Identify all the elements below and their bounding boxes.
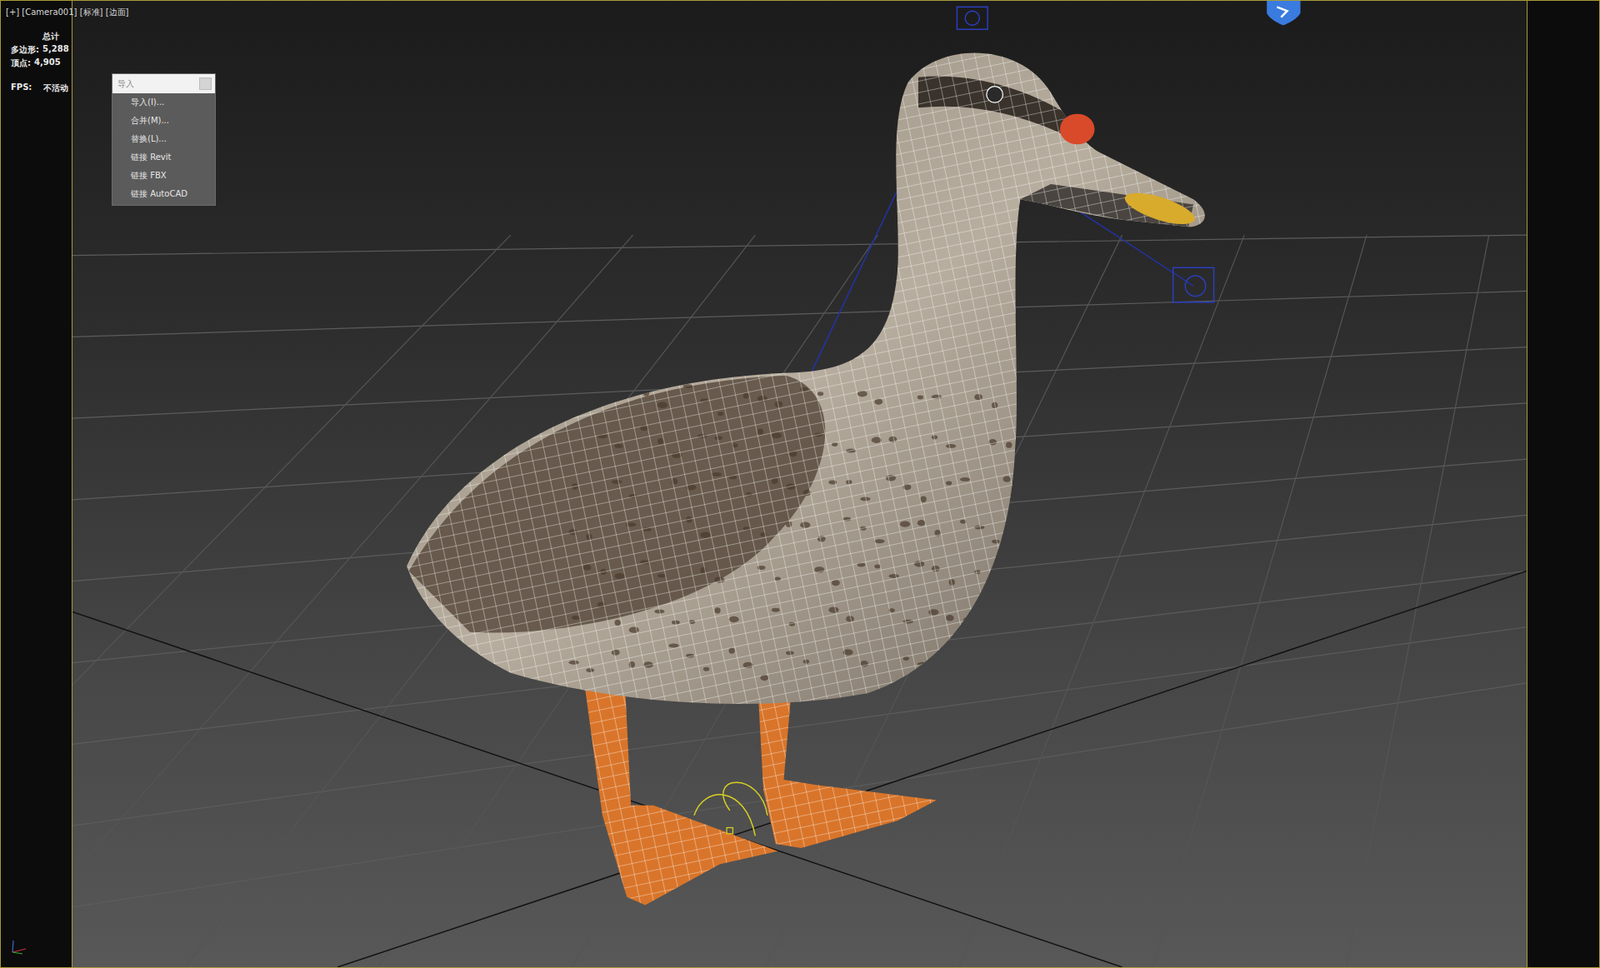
stats-row: 多边形:5,288 — [10, 44, 69, 56]
stats-panel: 总计多边形:5,288顶点:4,905 FPS:不活动 — [0, 30, 72, 95]
import-menu: 导入导入(I)...合并(M)...替换(L)...链接 Revit链接 FBX… — [111, 73, 216, 206]
right-strip — [1526, 0, 1600, 968]
menu-header-box[interactable] — [199, 77, 212, 90]
stats-title: 总计 — [10, 30, 69, 43]
menu-item[interactable]: 合并(M)... — [112, 111, 215, 130]
axis-icon — [7, 935, 33, 956]
menu-item[interactable]: 链接 AutoCAD — [112, 185, 215, 204]
stats-strip: 总计多边形:5,288顶点:4,905 FPS:不活动 — [0, 0, 72, 968]
menu-item[interactable]: 链接 FBX — [112, 166, 215, 185]
menu-item[interactable]: 链接 Revit — [112, 148, 215, 167]
duck-scene[interactable] — [72, 0, 1527, 968]
menu-item[interactable]: 替换(L)... — [112, 130, 215, 149]
viewport-label[interactable]: [+] [Camera001] [标准] [边面] — [5, 6, 129, 19]
camera-viewport[interactable]: 导入导入(I)...合并(M)...替换(L)...链接 Revit链接 FBX… — [71, 0, 1527, 968]
stats-row: 顶点:4,905 — [10, 57, 69, 70]
max-window: [+] [Camera001] [标准] [边面] 总计多边形:5,288顶点:4… — [0, 0, 1600, 968]
menu-header[interactable]: 导入 — [112, 74, 215, 94]
menu-item[interactable]: 导入(I)... — [112, 93, 215, 112]
fps-row: FPS:不活动 — [10, 82, 69, 95]
